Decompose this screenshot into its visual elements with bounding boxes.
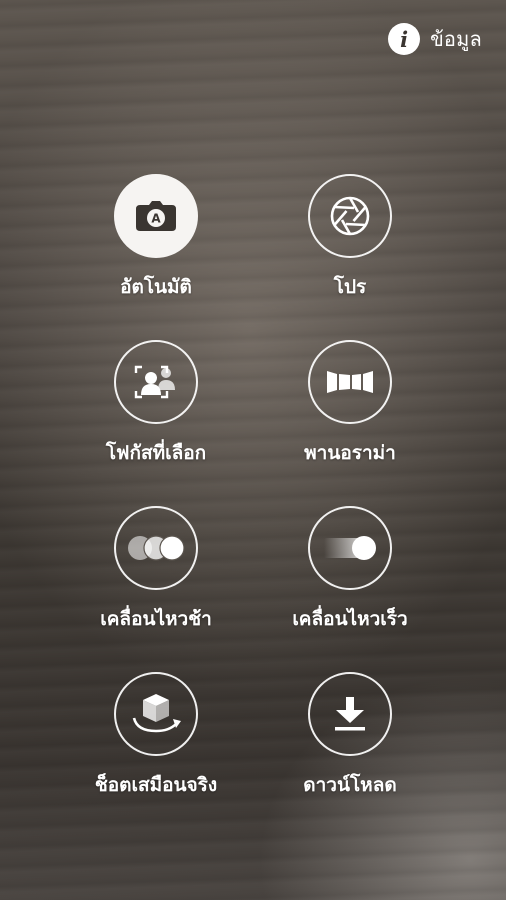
mode-slow-motion-circle [114, 506, 198, 590]
virtual-shot-icon [132, 694, 181, 733]
info-icon: i [388, 23, 421, 55]
mode-fast-motion[interactable]: เคลื่อนไหวเร็ว [260, 506, 440, 634]
aperture-icon [330, 196, 370, 236]
info-label: ข้อมูล [430, 27, 482, 51]
info-button[interactable]: i ข้อมูล [388, 23, 482, 55]
mode-pro-label: โปร [333, 276, 367, 298]
panorama-icon [327, 371, 373, 393]
mode-fast-motion-label: เคลื่อนไหวเร็ว [292, 608, 408, 630]
mode-selective-focus-label: โฟกัสที่เลือก [105, 442, 207, 464]
mode-slow-motion[interactable]: เคลื่อนไหวช้า [66, 506, 246, 634]
mode-panorama[interactable]: พานอราม่า [260, 340, 440, 468]
mode-download[interactable]: ดาวน์โหลด [260, 672, 440, 800]
mode-slow-motion-label: เคลื่อนไหวช้า [100, 608, 212, 630]
mode-virtual-shot[interactable]: ช็อตเสมือนจริง [66, 672, 246, 800]
mode-pro-circle [308, 174, 392, 258]
fast-motion-icon [324, 536, 376, 560]
download-icon [335, 697, 365, 731]
mode-selective-focus[interactable]: โฟกัสที่เลือก [66, 340, 246, 468]
mode-auto-label: อัตโนมัติ [120, 276, 192, 298]
mode-pro[interactable]: โปร [260, 174, 440, 302]
selective-focus-icon [134, 365, 175, 399]
mode-auto-circle: A [114, 174, 198, 258]
svg-text:A: A [151, 212, 161, 226]
mode-download-circle [308, 672, 392, 756]
mode-auto[interactable]: A อัตโนมัติ [66, 174, 246, 302]
mode-panorama-circle [308, 340, 392, 424]
auto-camera-icon: A [136, 201, 176, 231]
mode-selective-focus-circle [114, 340, 198, 424]
mode-panorama-label: พานอราม่า [304, 442, 396, 464]
mode-fast-motion-circle [308, 506, 392, 590]
mode-virtual-shot-circle [114, 672, 198, 756]
mode-virtual-shot-label: ช็อตเสมือนจริง [94, 774, 218, 796]
mode-download-label: ดาวน์โหลด [303, 774, 397, 796]
slow-motion-icon [128, 535, 185, 561]
